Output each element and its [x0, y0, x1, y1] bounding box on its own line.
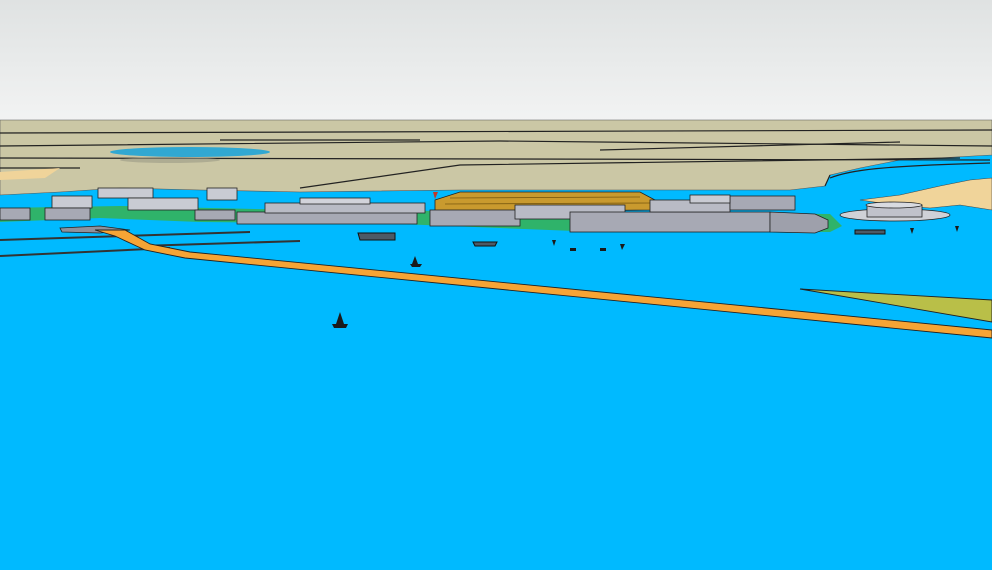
boat-3	[332, 324, 348, 328]
pond-shadow	[120, 157, 220, 163]
buoy-4	[600, 248, 606, 251]
boat-2	[410, 264, 422, 267]
buoy-3	[570, 248, 576, 251]
pond	[110, 147, 270, 157]
boat-4	[854, 229, 886, 235]
3d-viewport[interactable]	[0, 0, 992, 570]
sky	[0, 0, 992, 122]
boat-1	[472, 241, 498, 247]
barge	[357, 232, 396, 241]
